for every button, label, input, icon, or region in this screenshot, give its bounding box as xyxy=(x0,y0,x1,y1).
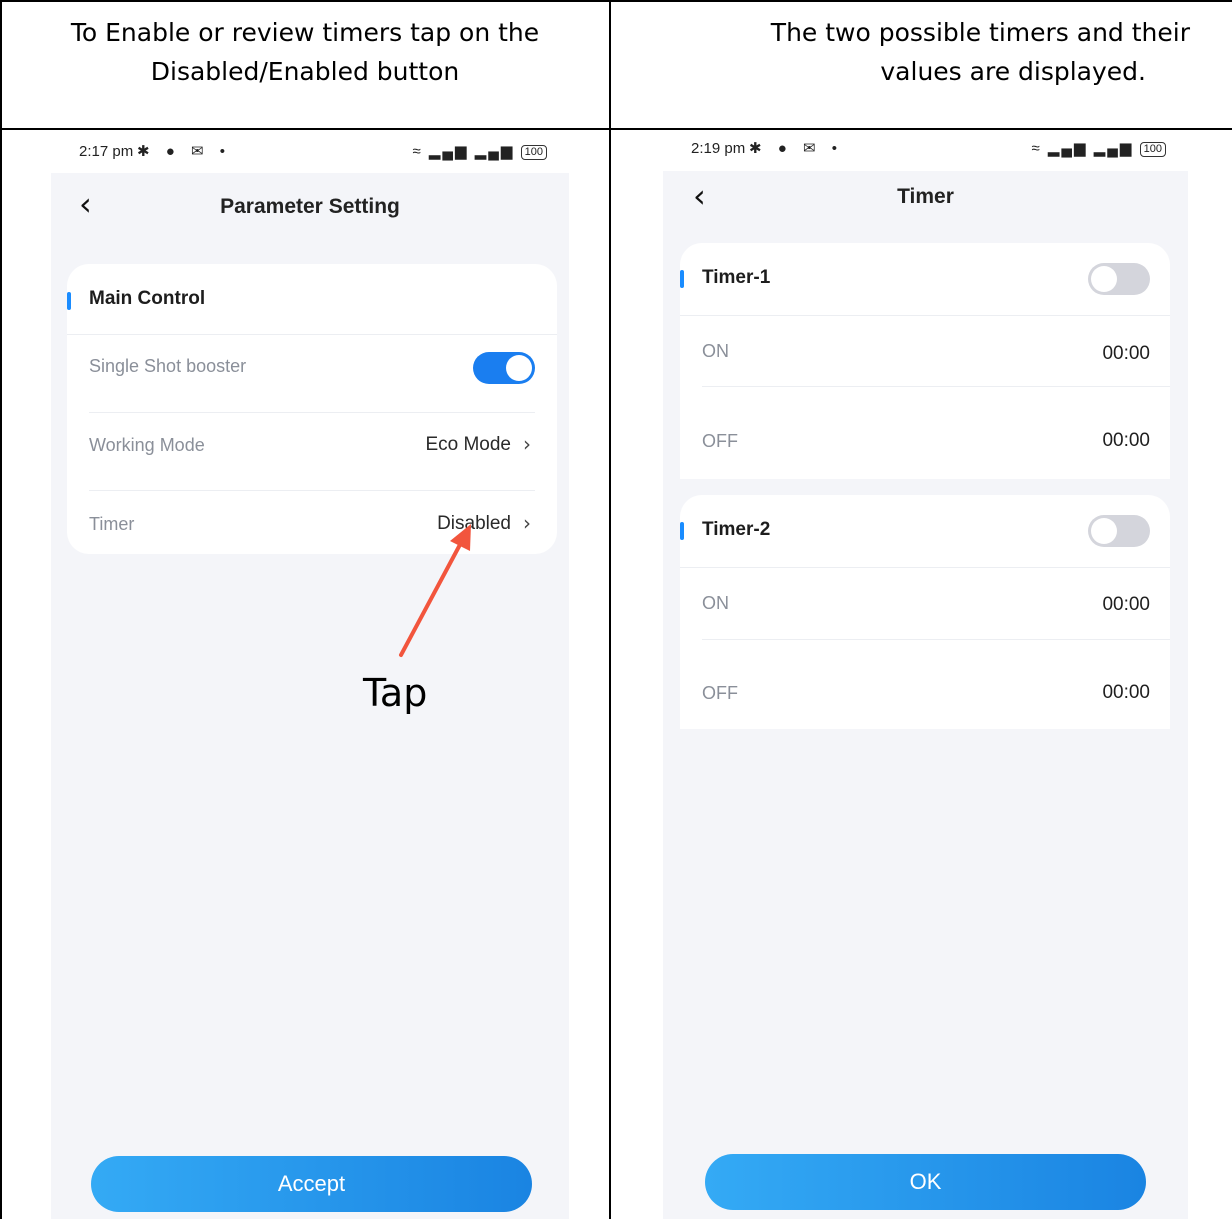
divider xyxy=(680,567,1170,568)
wifi-icon: ≈ xyxy=(1031,140,1042,157)
divider xyxy=(702,639,1170,640)
signal-icon: ▂▄▆ xyxy=(1047,140,1088,157)
page-title: Timer xyxy=(897,185,954,208)
timer-2-card: Timer-2 ON 00:00 OFF 00:00 xyxy=(680,495,1170,729)
timer-1-on-label: ON xyxy=(702,341,729,361)
section-accent-bar xyxy=(680,270,684,288)
status-notification-icons: ✱ ● ✉ • xyxy=(749,140,843,157)
timer-1-on-value[interactable]: 00:00 xyxy=(1102,343,1150,365)
divider xyxy=(702,386,1170,387)
signal-icon-2: ▂▄▆ xyxy=(1093,140,1134,157)
tap-arrow-icon xyxy=(399,524,471,657)
timer-2-on-value[interactable]: 00:00 xyxy=(1102,594,1150,616)
status-right-icons: ≈ ▂▄▆ ▂▄▆ 100 xyxy=(1031,139,1166,157)
accept-button[interactable]: Accept xyxy=(91,1156,532,1212)
left-instruction: To Enable or review timers tap on the Di… xyxy=(0,0,610,128)
right-instruction: The two possible timers and their values… xyxy=(611,0,1232,128)
timer-1-card: Timer-1 ON 00:00 OFF 00:00 xyxy=(680,243,1170,451)
right-instruction-line1: The two possible timers and their xyxy=(770,18,1190,47)
timer-2-toggle[interactable] xyxy=(1088,515,1150,547)
timer-1-title: Timer-1 xyxy=(702,267,771,288)
timer-2-on-label: ON xyxy=(702,593,729,613)
timer-2-off-label: OFF xyxy=(702,683,738,703)
nav-bar: ‹ Timer xyxy=(663,171,1188,241)
left-instruction-line1: To Enable or review timers tap on the xyxy=(70,18,540,47)
right-instruction-line2: values are displayed. xyxy=(880,57,1146,86)
status-bar: 2:19 pm ✱ ● ✉ • ≈ ▂▄▆ ▂▄▆ 100 xyxy=(663,131,1188,171)
timer-1-off-value[interactable]: 00:00 xyxy=(1102,430,1150,452)
divider xyxy=(680,315,1170,316)
battery-icon: 100 xyxy=(1139,141,1166,157)
status-time: 2:19 pm xyxy=(691,140,746,157)
right-phone-screenshot: 2:19 pm ✱ ● ✉ • ≈ ▂▄▆ ▂▄▆ 100 ‹ Timer Ti… xyxy=(663,131,1188,1219)
left-phone-screenshot: 2:17 pm ✱ ● ✉ • ≈ ▂▄▆ ▂▄▆ 100 ‹ Paramete… xyxy=(51,131,569,1219)
timer-1-off-label: OFF xyxy=(702,431,738,451)
timer-2-off-value[interactable]: 00:00 xyxy=(1102,682,1150,704)
section-accent-bar xyxy=(680,522,684,540)
tap-annotation: Tap xyxy=(363,671,428,715)
table-border-middle xyxy=(0,128,1232,130)
table-border-left xyxy=(0,0,2,1219)
table-divider-vertical xyxy=(609,0,611,1219)
ok-button[interactable]: OK xyxy=(705,1154,1146,1210)
timer-1-card-bottom xyxy=(680,451,1170,479)
timer-1-toggle[interactable] xyxy=(1088,263,1150,295)
timer-2-title: Timer-2 xyxy=(702,519,771,540)
left-instruction-line2: Disabled/Enabled button xyxy=(150,57,460,86)
